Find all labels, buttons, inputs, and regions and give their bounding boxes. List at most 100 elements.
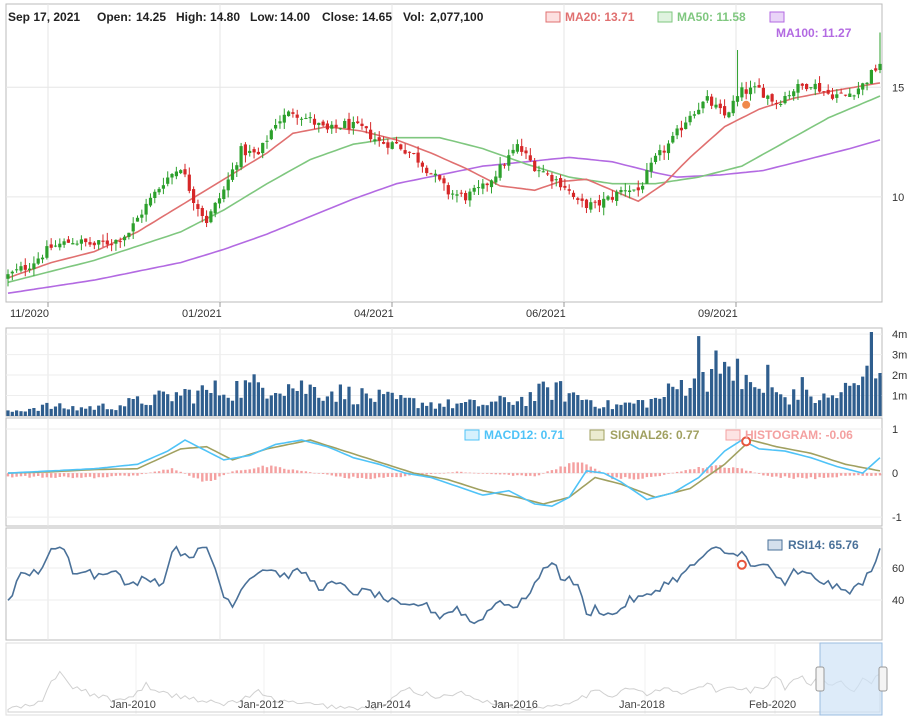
histogram-bar	[762, 473, 765, 476]
price-ytick-label: 15	[892, 82, 904, 94]
histogram-bar	[805, 473, 808, 479]
volume-bar	[766, 364, 770, 416]
ma20-legend-swatch	[545, 11, 561, 23]
volume-bar	[416, 408, 420, 416]
volume-bar	[308, 384, 312, 416]
volume-bar	[856, 385, 860, 416]
histogram-bar	[54, 473, 57, 478]
candle-up	[705, 96, 709, 101]
histogram-bar	[283, 468, 286, 474]
candle-up	[731, 100, 735, 114]
volume-bar	[166, 394, 170, 416]
candle-up	[317, 122, 321, 125]
candle-up	[507, 155, 511, 166]
histogram-bar	[559, 466, 562, 474]
volume-bar	[299, 380, 304, 416]
volume-bar	[559, 381, 563, 416]
navigator-selection[interactable]	[819, 642, 883, 716]
histogram-bar	[235, 470, 238, 474]
volume-bar	[805, 389, 809, 416]
volume-bar	[369, 398, 373, 416]
volume-bar	[498, 395, 502, 416]
volume-bar	[386, 391, 390, 416]
volume-bar	[140, 403, 144, 416]
candle-down	[295, 114, 299, 118]
candle-down	[438, 175, 442, 180]
histogram-bar	[516, 473, 519, 476]
navigator-right-handle[interactable]	[878, 666, 888, 692]
candle-down	[252, 149, 256, 153]
volume-bar	[425, 405, 429, 416]
histogram-bar	[481, 473, 485, 474]
candle-up	[697, 109, 701, 115]
volume-bar	[144, 404, 148, 416]
volume-bar	[110, 409, 114, 416]
volume-bar	[118, 405, 122, 416]
candle-down	[420, 162, 424, 167]
candle-down	[110, 244, 114, 246]
candle-down	[464, 193, 468, 201]
histogram-bar	[330, 473, 333, 476]
candle-down	[805, 84, 809, 90]
candle-down	[839, 92, 843, 94]
histogram-bar	[671, 472, 674, 474]
volume-bar	[325, 396, 329, 416]
volume-bar	[356, 404, 360, 416]
candle-down	[528, 155, 532, 161]
histogram-legend-swatch	[725, 429, 741, 441]
navigator-left-handle[interactable]	[815, 666, 825, 692]
histogram-bar	[339, 473, 342, 477]
candle-down	[520, 146, 524, 152]
histogram-bar	[576, 462, 579, 474]
volume-bar	[731, 380, 735, 416]
volume-bar	[472, 400, 476, 416]
price-xtick-label: 06/2021	[526, 308, 566, 320]
volume-bar	[265, 398, 269, 416]
volume-bar	[783, 397, 787, 416]
histogram-bar	[287, 469, 290, 474]
histogram-bar	[296, 470, 299, 474]
volume-bar	[468, 399, 472, 416]
candle-up	[433, 173, 437, 176]
histogram-bar	[175, 470, 178, 474]
volume-bar	[32, 408, 36, 416]
histogram-bar	[870, 473, 873, 476]
histogram-bar	[775, 473, 778, 477]
candle-up	[615, 191, 619, 201]
navigator-panel[interactable]: Jan-2010 Jan-2012 Jan-2014 Jan-2016 Jan-2018…	[5, 642, 888, 716]
volume-bar	[645, 407, 649, 416]
histogram-bar	[239, 470, 243, 474]
ma50-legend-label: MA50: 11.58	[677, 10, 746, 24]
volume-bar	[809, 396, 813, 416]
volume-bar	[666, 383, 671, 416]
volume-bar	[455, 403, 459, 416]
volume-bar	[869, 332, 873, 416]
histogram-bar	[874, 473, 877, 476]
candle-up	[261, 142, 265, 154]
volume-bar	[861, 376, 865, 416]
candle-down	[312, 118, 317, 125]
rsi-panel: 60 40 RSI14: 65.76	[5, 527, 904, 641]
histogram-bar	[222, 473, 225, 476]
volume-bar	[546, 387, 550, 416]
volume-bar	[714, 350, 718, 416]
histogram-bar	[162, 469, 165, 474]
histogram-bar	[334, 473, 338, 477]
volume-bar	[649, 399, 653, 416]
volume-bar	[304, 393, 308, 416]
signal-legend-label: SIGNAL26: 0.77	[610, 428, 700, 442]
volume-bar	[205, 389, 209, 416]
volume-bar	[261, 387, 265, 416]
navigator-xtick-label: Jan-2010	[110, 699, 156, 711]
volume-bar	[15, 410, 19, 416]
histogram-bar	[93, 473, 96, 479]
volume-bar	[351, 404, 355, 416]
volume-bar	[101, 403, 105, 416]
histogram-bar	[166, 469, 169, 474]
candle-up	[148, 197, 153, 206]
volume-bar	[792, 389, 796, 416]
histogram-bar	[511, 473, 515, 476]
histogram-bar	[486, 473, 489, 474]
histogram-bar	[365, 473, 368, 479]
histogram-bar	[123, 473, 126, 476]
